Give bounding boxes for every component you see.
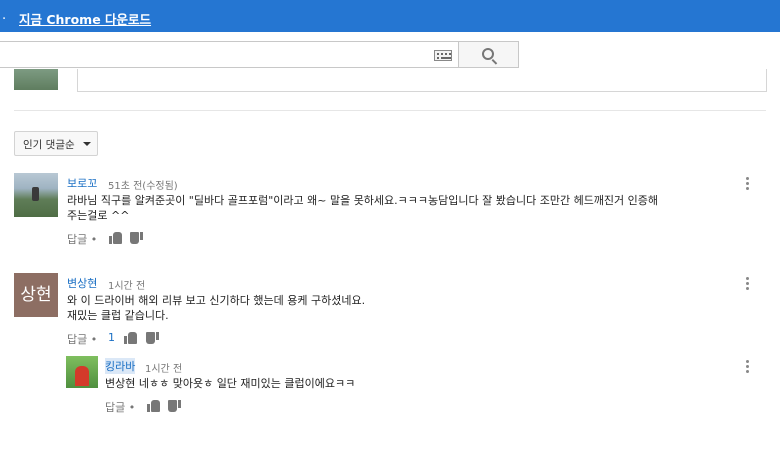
- avatar[interactable]: [66, 356, 98, 388]
- thumb-up-icon[interactable]: [147, 400, 160, 412]
- divider: [14, 110, 766, 111]
- comment-text-line: 라바님 직구를 알켜준곳이 "딜바다 골프포럼"이라고 왜~ 말을 못하세요.ㅋ…: [67, 194, 659, 207]
- reply-button[interactable]: 답글 •: [67, 231, 97, 247]
- caret-down-icon: [83, 142, 91, 146]
- more-options-icon[interactable]: [746, 277, 750, 291]
- thumb-down-icon[interactable]: [130, 232, 143, 244]
- chrome-download-link[interactable]: 지금 Chrome 다운로드: [19, 9, 151, 28]
- keyboard-icon[interactable]: [434, 50, 452, 61]
- more-options-icon[interactable]: [746, 177, 750, 191]
- like-count: 1: [108, 331, 115, 344]
- reply-time[interactable]: 1시간 전: [145, 360, 182, 375]
- thumb-down-icon[interactable]: [146, 332, 159, 344]
- reply-text: 변상현 네ㅎㅎ 맞아욧ㅎ 일단 재미있는 클럽이에요ㅋㅋ: [105, 377, 356, 390]
- thumb-up-icon[interactable]: [109, 232, 122, 244]
- current-user-avatar: [14, 69, 58, 90]
- comment-time[interactable]: 51초 전(수정됨): [108, 177, 178, 192]
- comment-author[interactable]: 보로꼬: [67, 175, 97, 191]
- comment-text-line: 와 이 드라이버 해외 리뷰 보고 신기하다 했는데 용케 구하셨네요.: [67, 294, 366, 307]
- comment-author[interactable]: 변상현: [67, 275, 97, 291]
- reply-button[interactable]: 답글 •: [67, 331, 97, 347]
- more-options-icon[interactable]: [746, 360, 750, 374]
- search-input[interactable]: [0, 41, 459, 68]
- avatar[interactable]: 상현: [14, 273, 58, 317]
- comment-text-line: 재밌는 클럽 같습니다.: [67, 309, 169, 322]
- thumb-up-icon[interactable]: [124, 332, 137, 344]
- search-icon: [482, 48, 494, 60]
- thumb-down-icon[interactable]: [168, 400, 181, 412]
- avatar[interactable]: [14, 173, 58, 217]
- reply-author[interactable]: 킹라바: [105, 358, 136, 374]
- sort-comments-button[interactable]: 인기 댓글순: [14, 131, 98, 156]
- promo-dot: .: [2, 8, 7, 23]
- reply-button[interactable]: 답글 •: [105, 399, 135, 415]
- sort-label: 인기 댓글순: [23, 139, 75, 151]
- comment-time[interactable]: 1시간 전: [108, 277, 145, 292]
- comment-input[interactable]: [77, 69, 767, 92]
- comment-text-line: 주는걸로 ^^: [67, 209, 130, 222]
